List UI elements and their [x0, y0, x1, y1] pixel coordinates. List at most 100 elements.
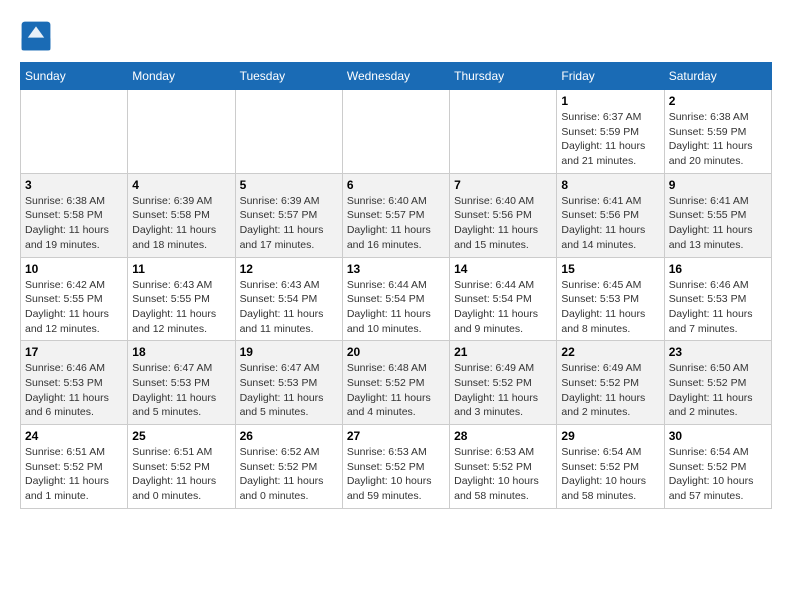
weekday-header-tuesday: Tuesday — [235, 63, 342, 90]
week-row-3: 10 Sunrise: 6:42 AM Sunset: 5:55 PM Dayli… — [21, 257, 772, 341]
day-number: 13 — [347, 262, 445, 276]
day-number: 29 — [561, 429, 659, 443]
weekday-header-saturday: Saturday — [664, 63, 771, 90]
day-cell: 24 Sunrise: 6:51 AM Sunset: 5:52 PM Dayli… — [21, 425, 128, 509]
day-cell — [21, 90, 128, 174]
day-cell: 15 Sunrise: 6:45 AM Sunset: 5:53 PM Dayli… — [557, 257, 664, 341]
week-row-5: 24 Sunrise: 6:51 AM Sunset: 5:52 PM Dayli… — [21, 425, 772, 509]
day-cell: 4 Sunrise: 6:39 AM Sunset: 5:58 PM Daylig… — [128, 173, 235, 257]
day-number: 8 — [561, 178, 659, 192]
week-row-2: 3Sunrise: 6:38 AM Sunset: 5:58 PM Daylig… — [21, 173, 772, 257]
day-number: 23 — [669, 345, 767, 359]
day-number: 20 — [347, 345, 445, 359]
day-number: 10 — [25, 262, 123, 276]
day-cell: 29 Sunrise: 6:54 AM Sunset: 5:52 PM Dayli… — [557, 425, 664, 509]
page-header — [20, 20, 772, 52]
day-number: 16 — [669, 262, 767, 276]
day-info: Sunrise: 6:54 AM Sunset: 5:52 PM Dayligh… — [669, 445, 767, 504]
day-cell: 26 Sunrise: 6:52 AM Sunset: 5:52 PM Dayli… — [235, 425, 342, 509]
day-cell: 11 Sunrise: 6:43 AM Sunset: 5:55 PM Dayli… — [128, 257, 235, 341]
logo-icon — [20, 20, 52, 52]
weekday-header-sunday: Sunday — [21, 63, 128, 90]
week-row-1: 1 Sunrise: 6:37 AM Sunset: 5:59 PM Daylig… — [21, 90, 772, 174]
day-number: 15 — [561, 262, 659, 276]
weekday-header-friday: Friday — [557, 63, 664, 90]
day-info: Sunrise: 6:54 AM Sunset: 5:52 PM Dayligh… — [561, 445, 659, 504]
day-number: 12 — [240, 262, 338, 276]
day-number: 19 — [240, 345, 338, 359]
day-info: Sunrise: 6:44 AM Sunset: 5:54 PM Dayligh… — [347, 278, 445, 337]
day-cell: 18Sunrise: 6:47 AM Sunset: 5:53 PM Dayli… — [128, 341, 235, 425]
day-info: Sunrise: 6:44 AM Sunset: 5:54 PM Dayligh… — [454, 278, 552, 337]
day-info: Sunrise: 6:46 AM Sunset: 5:53 PM Dayligh… — [669, 278, 767, 337]
day-info: Sunrise: 6:41 AM Sunset: 5:56 PM Dayligh… — [561, 194, 659, 253]
day-info: Sunrise: 6:53 AM Sunset: 5:52 PM Dayligh… — [347, 445, 445, 504]
calendar-table: SundayMondayTuesdayWednesdayThursdayFrid… — [20, 62, 772, 509]
day-info: Sunrise: 6:43 AM Sunset: 5:55 PM Dayligh… — [132, 278, 230, 337]
day-cell: 30 Sunrise: 6:54 AM Sunset: 5:52 PM Dayli… — [664, 425, 771, 509]
day-info: Sunrise: 6:49 AM Sunset: 5:52 PM Dayligh… — [561, 361, 659, 420]
day-info: Sunrise: 6:53 AM Sunset: 5:52 PM Dayligh… — [454, 445, 552, 504]
day-number: 25 — [132, 429, 230, 443]
weekday-header-monday: Monday — [128, 63, 235, 90]
day-info: Sunrise: 6:37 AM Sunset: 5:59 PM Dayligh… — [561, 110, 659, 169]
day-info: Sunrise: 6:43 AM Sunset: 5:54 PM Dayligh… — [240, 278, 338, 337]
day-info: Sunrise: 6:49 AM Sunset: 5:52 PM Dayligh… — [454, 361, 552, 420]
day-info: Sunrise: 6:38 AM Sunset: 5:59 PM Dayligh… — [669, 110, 767, 169]
day-cell: 8 Sunrise: 6:41 AM Sunset: 5:56 PM Daylig… — [557, 173, 664, 257]
day-info: Sunrise: 6:38 AM Sunset: 5:58 PM Dayligh… — [25, 194, 123, 253]
day-cell: 22Sunrise: 6:49 AM Sunset: 5:52 PM Dayli… — [557, 341, 664, 425]
day-number: 1 — [561, 94, 659, 108]
day-cell: 9 Sunrise: 6:41 AM Sunset: 5:55 PM Daylig… — [664, 173, 771, 257]
day-info: Sunrise: 6:40 AM Sunset: 5:57 PM Dayligh… — [347, 194, 445, 253]
logo — [20, 20, 58, 52]
day-number: 4 — [132, 178, 230, 192]
day-number: 11 — [132, 262, 230, 276]
day-cell: 5Sunrise: 6:39 AM Sunset: 5:57 PM Daylig… — [235, 173, 342, 257]
day-cell: 28 Sunrise: 6:53 AM Sunset: 5:52 PM Dayli… — [450, 425, 557, 509]
day-cell: 20Sunrise: 6:48 AM Sunset: 5:52 PM Dayli… — [342, 341, 449, 425]
day-cell: 13 Sunrise: 6:44 AM Sunset: 5:54 PM Dayli… — [342, 257, 449, 341]
day-number: 17 — [25, 345, 123, 359]
day-number: 30 — [669, 429, 767, 443]
day-info: Sunrise: 6:51 AM Sunset: 5:52 PM Dayligh… — [25, 445, 123, 504]
day-cell: 16 Sunrise: 6:46 AM Sunset: 5:53 PM Dayli… — [664, 257, 771, 341]
day-info: Sunrise: 6:42 AM Sunset: 5:55 PM Dayligh… — [25, 278, 123, 337]
day-number: 24 — [25, 429, 123, 443]
day-cell: 3Sunrise: 6:38 AM Sunset: 5:58 PM Daylig… — [21, 173, 128, 257]
day-number: 9 — [669, 178, 767, 192]
day-number: 28 — [454, 429, 552, 443]
day-cell: 2Sunrise: 6:38 AM Sunset: 5:59 PM Daylig… — [664, 90, 771, 174]
day-cell: 25 Sunrise: 6:51 AM Sunset: 5:52 PM Dayli… — [128, 425, 235, 509]
day-info: Sunrise: 6:51 AM Sunset: 5:52 PM Dayligh… — [132, 445, 230, 504]
day-cell: 7 Sunrise: 6:40 AM Sunset: 5:56 PM Daylig… — [450, 173, 557, 257]
day-info: Sunrise: 6:41 AM Sunset: 5:55 PM Dayligh… — [669, 194, 767, 253]
day-info: Sunrise: 6:39 AM Sunset: 5:58 PM Dayligh… — [132, 194, 230, 253]
day-cell — [342, 90, 449, 174]
day-cell — [128, 90, 235, 174]
day-number: 6 — [347, 178, 445, 192]
day-cell: 12 Sunrise: 6:43 AM Sunset: 5:54 PM Dayli… — [235, 257, 342, 341]
weekday-header-thursday: Thursday — [450, 63, 557, 90]
day-cell — [235, 90, 342, 174]
day-cell: 10 Sunrise: 6:42 AM Sunset: 5:55 PM Dayli… — [21, 257, 128, 341]
day-cell: 1 Sunrise: 6:37 AM Sunset: 5:59 PM Daylig… — [557, 90, 664, 174]
day-cell: 14 Sunrise: 6:44 AM Sunset: 5:54 PM Dayli… — [450, 257, 557, 341]
day-cell: 21 Sunrise: 6:49 AM Sunset: 5:52 PM Dayli… — [450, 341, 557, 425]
day-number: 21 — [454, 345, 552, 359]
day-cell: 23Sunrise: 6:50 AM Sunset: 5:52 PM Dayli… — [664, 341, 771, 425]
day-number: 7 — [454, 178, 552, 192]
day-cell: 19 Sunrise: 6:47 AM Sunset: 5:53 PM Dayli… — [235, 341, 342, 425]
day-info: Sunrise: 6:45 AM Sunset: 5:53 PM Dayligh… — [561, 278, 659, 337]
weekday-header-wednesday: Wednesday — [342, 63, 449, 90]
day-number: 14 — [454, 262, 552, 276]
day-number: 27 — [347, 429, 445, 443]
day-number: 26 — [240, 429, 338, 443]
day-number: 5 — [240, 178, 338, 192]
day-info: Sunrise: 6:47 AM Sunset: 5:53 PM Dayligh… — [132, 361, 230, 420]
day-info: Sunrise: 6:40 AM Sunset: 5:56 PM Dayligh… — [454, 194, 552, 253]
day-cell: 17Sunrise: 6:46 AM Sunset: 5:53 PM Dayli… — [21, 341, 128, 425]
week-row-4: 17Sunrise: 6:46 AM Sunset: 5:53 PM Dayli… — [21, 341, 772, 425]
day-info: Sunrise: 6:47 AM Sunset: 5:53 PM Dayligh… — [240, 361, 338, 420]
day-info: Sunrise: 6:52 AM Sunset: 5:52 PM Dayligh… — [240, 445, 338, 504]
